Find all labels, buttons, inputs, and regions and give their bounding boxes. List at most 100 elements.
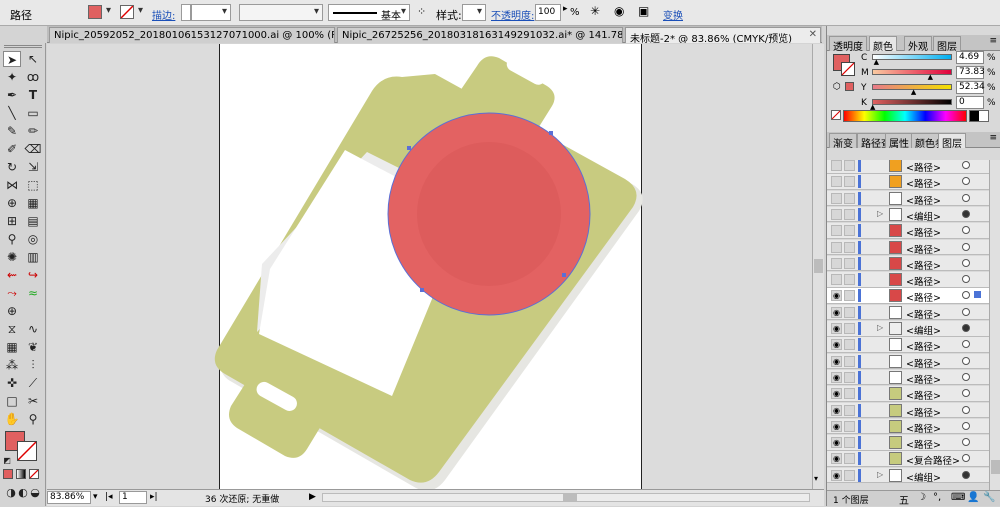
scale-tool-icon[interactable]: ⇲ <box>24 159 42 175</box>
draw-inside-icon[interactable]: ◒ <box>26 485 44 501</box>
selection-tool-icon[interactable]: ➤ <box>3 51 21 67</box>
target-circle-icon[interactable] <box>962 356 970 365</box>
scroll-down-icon[interactable]: ▾ <box>814 474 818 483</box>
lock-toggle[interactable] <box>844 160 855 171</box>
stroke-dropdown[interactable] <box>134 4 146 21</box>
visibility-eye-icon[interactable]: ◉ <box>831 453 842 465</box>
slider-thumb[interactable]: ▲ <box>928 74 933 81</box>
brush-select[interactable]: 基本 <box>328 4 410 22</box>
layer-row[interactable]: ◉ <路径> <box>827 369 989 386</box>
mesh-tool-icon[interactable]: ⊞ <box>3 213 21 229</box>
channel-slider-y[interactable]: ▲ <box>872 84 952 96</box>
crosshair-tool-icon[interactable]: ⊕ <box>3 303 21 319</box>
lock-toggle[interactable] <box>844 225 855 237</box>
lock-toggle[interactable] <box>844 339 855 351</box>
visibility-eye-icon[interactable]: ◉ <box>831 371 842 383</box>
scroll-thumb[interactable] <box>814 259 823 273</box>
moon-icon[interactable]: ☽ <box>917 492 926 503</box>
target-circle-icon[interactable] <box>962 242 970 251</box>
channel-slider-m[interactable]: ▲ <box>872 69 952 81</box>
perspective-grid-tool-icon[interactable]: ▦ <box>24 195 42 211</box>
expand-arrow-icon[interactable]: ▷ <box>877 209 883 218</box>
page-input[interactable]: 1 <box>119 491 147 504</box>
measure-tool-icon[interactable]: ✜ <box>3 375 21 391</box>
opacity-dropdown-icon[interactable]: ▸ <box>563 4 568 14</box>
visibility-eye-icon[interactable] <box>831 208 842 220</box>
gradient-mode-button[interactable] <box>16 469 26 479</box>
gradient-tool-icon[interactable]: ▤ <box>24 213 42 229</box>
fill-dropdown[interactable] <box>102 4 114 21</box>
tab-layers-top[interactable]: 图层 <box>933 36 961 53</box>
lock-toggle[interactable] <box>844 274 855 286</box>
user-icon[interactable]: 👤 <box>967 492 979 503</box>
tab-transparency[interactable]: 透明度 <box>829 36 867 53</box>
layer-row[interactable]: <路径> <box>827 174 989 190</box>
lock-toggle[interactable] <box>844 306 855 318</box>
tab-appearance[interactable]: 外观 <box>904 36 932 53</box>
channel-value-m[interactable]: 73.83 <box>956 66 985 79</box>
wand-icon[interactable]: ✳ <box>590 4 600 18</box>
visibility-eye-icon[interactable]: ◉ <box>831 437 842 449</box>
artboard-tool-icon[interactable]: ⇜ <box>3 267 21 283</box>
red-circle[interactable] <box>387 112 591 316</box>
shape-builder-tool-icon[interactable]: ⊕ <box>3 195 21 211</box>
lock-toggle[interactable] <box>844 290 855 302</box>
tools-grip[interactable] <box>4 45 42 48</box>
lasso-tool-icon[interactable]: ꝏ <box>24 69 42 85</box>
target-circle-icon[interactable] <box>962 307 970 316</box>
target-circle-icon[interactable] <box>962 291 970 300</box>
layer-row[interactable]: ◉ <路径> <box>827 386 989 402</box>
layer-row[interactable]: <路径> <box>827 190 989 207</box>
channel-value-k[interactable]: 0 <box>956 96 984 109</box>
stroke-weight-input[interactable] <box>191 4 231 21</box>
color-mode-button[interactable] <box>3 469 13 479</box>
tab-gradient[interactable]: 渐变 <box>829 133 857 150</box>
doc-tab-2[interactable]: Nipic_26725256_20180318163149291032.ai* … <box>337 27 623 43</box>
lock-toggle[interactable] <box>844 388 855 400</box>
expand-arrow-icon[interactable]: ▷ <box>877 323 883 332</box>
visibility-eye-icon[interactable]: ◉ <box>831 323 842 334</box>
stroke-color-box[interactable] <box>17 441 37 461</box>
target-circle-icon[interactable] <box>962 258 970 267</box>
lock-toggle[interactable] <box>844 437 855 449</box>
stroke-weight-stepper[interactable] <box>181 4 191 21</box>
layer-row[interactable]: <路径> <box>827 223 989 239</box>
visibility-eye-icon[interactable]: ◉ <box>831 290 842 302</box>
color-spectrum[interactable] <box>843 110 967 122</box>
target-circle-icon[interactable] <box>962 405 970 414</box>
input-method-icon[interactable]: 五 <box>899 492 909 507</box>
doc-tab-3[interactable]: 未标题-2* @ 83.86% (CMYK/预览) ✕ <box>625 27 821 43</box>
graph-tool-icon[interactable]: ▥ <box>24 249 42 265</box>
channel-value-y[interactable]: 52.34 <box>956 81 985 94</box>
visibility-eye-icon[interactable] <box>831 274 842 286</box>
visibility-eye-icon[interactable]: ◉ <box>831 420 842 432</box>
knife-tool-icon[interactable]: ⟋ <box>24 375 42 391</box>
layer-row[interactable]: ◉ <路径> <box>827 435 989 451</box>
target-circle-icon[interactable] <box>962 340 970 349</box>
zoom-tool-icon[interactable]: ⚲ <box>24 411 42 427</box>
live-paint-select-tool-icon[interactable]: ≈ <box>24 285 42 301</box>
black-white-swatch[interactable] <box>969 110 989 122</box>
target-circle-icon[interactable] <box>962 226 970 235</box>
panel-menu-icon[interactable]: ≡ <box>989 133 997 143</box>
visibility-eye-icon[interactable] <box>831 176 842 188</box>
none-color-button[interactable] <box>831 110 841 120</box>
lock-toggle[interactable] <box>844 323 855 334</box>
channel-slider-c[interactable]: ▲ <box>872 54 952 66</box>
free-transform-tool-icon[interactable]: ⬚ <box>24 177 42 193</box>
lock-toggle[interactable] <box>844 420 855 432</box>
align-icon[interactable]: ▣ <box>638 4 649 18</box>
line-tool-icon[interactable]: ╲ <box>3 105 21 121</box>
layer-row[interactable]: ◉ <复合路径> <box>827 451 989 467</box>
layer-row[interactable]: <路径> <box>827 255 989 272</box>
fill-swatch[interactable] <box>88 5 102 19</box>
lock-toggle[interactable] <box>844 404 855 416</box>
target-circle-icon[interactable] <box>962 324 970 332</box>
chart-tool-icon[interactable]: ⫶ <box>24 357 42 373</box>
symbol-tool-icon[interactable]: ⁂ <box>3 357 21 373</box>
none-mode-button[interactable] <box>29 469 39 479</box>
target-circle-icon[interactable] <box>962 421 970 430</box>
slice-tool-icon[interactable]: ↪ <box>24 267 42 283</box>
layer-row[interactable]: ◉ <路径> <box>827 337 989 353</box>
slider-thumb[interactable]: ▲ <box>911 89 916 96</box>
